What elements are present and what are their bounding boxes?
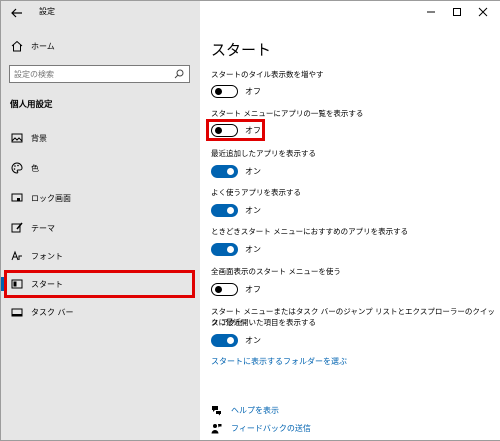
toggle-state: オン [245,336,261,345]
toggle-row-suggestions: オン [211,243,361,257]
sidebar-item-label: 背景 [31,134,47,143]
toggle-suggestions[interactable] [211,243,238,256]
setting-label-most-used: よく使うアプリを表示する [211,188,301,197]
toggle-knob [215,88,222,95]
sidebar-item-label: ロック画面 [31,194,71,203]
toggle-knob [215,286,222,293]
toggle-row-recent-items: オン [211,334,361,348]
font-icon [11,250,22,261]
window-controls [418,4,496,20]
main-panel: スタート スタートのタイル表示数を増やす オフ スタート メニューにアプリの一覧… [200,1,500,440]
toggle-state: オン [245,167,261,176]
app-title: 設定 [39,7,55,16]
feedback-link-row[interactable]: フィードバックの送信 [211,422,411,436]
back-button[interactable] [7,4,27,22]
search-icon[interactable] [174,69,184,79]
setting-label-recent-items-line2: スに最近開いた項目を表示する [211,318,316,327]
toggle-more-tiles[interactable] [211,85,238,98]
feedback-person-icon [211,424,222,434]
setting-label-suggestions: ときどきスタート メニューにおすすめのアプリを表示する [211,227,409,236]
toggle-knob [227,207,234,214]
toggle-recent-items[interactable] [211,334,238,347]
settings-window: 設定 ホーム 個人用設定 背景 色 ロック画面 テーマ フォ [0,0,500,441]
toggle-fullscreen[interactable] [211,283,238,296]
help-chat-icon [212,406,221,416]
sidebar-item-home[interactable]: ホーム [1,37,200,57]
setting-label-fullscreen: 全画面表示のスタート メニューを使う [211,267,341,276]
maximize-icon [453,8,461,16]
highlight-box [4,270,195,298]
close-button[interactable] [470,4,496,20]
sidebar-item-taskbar[interactable]: タスク バー [1,299,200,325]
toggle-row-most-used: オン [211,204,361,218]
sidebar-item-label: テーマ [31,224,55,233]
setting-label-recent-apps: 最近追加したアプリを表示する [211,149,316,158]
search-input[interactable] [14,68,164,80]
setting-label-more-tiles: スタートのタイル表示数を増やす [211,70,324,79]
toggle-knob [227,337,234,344]
toggle-state: オフ [245,285,261,294]
minimize-button[interactable] [418,4,444,20]
taskbar-icon [11,308,23,317]
sidebar-item-label: タスク バー [31,308,74,317]
search-box[interactable] [9,65,190,83]
toggle-row-more-tiles: オフ [211,85,361,99]
home-icon [11,40,23,52]
choose-folders-link[interactable]: スタートに表示するフォルダーを選ぶ [211,356,347,367]
title-bar: 設定 [1,1,200,25]
feedback-link: フィードバックの送信 [231,424,311,433]
sidebar-item-label: フォント [31,252,63,261]
help-link: ヘルプを表示 [231,406,279,415]
sidebar-item-background[interactable]: 背景 [1,125,200,151]
toggle-recent-apps[interactable] [211,165,238,178]
sidebar-item-theme[interactable]: テーマ [1,215,200,241]
toggle-state: オフ [245,87,261,96]
toggle-state: オン [245,206,261,215]
toggle-row-fullscreen: オフ [211,283,361,297]
toggle-knob [227,168,234,175]
maximize-button[interactable] [444,4,470,20]
lock-screen-icon [11,193,23,202]
sidebar-item-font[interactable]: フォント [1,243,200,269]
sidebar-item-color[interactable]: 色 [1,155,200,181]
sidebar-item-label: ホーム [31,42,55,51]
sidebar-item-label: 色 [31,164,39,173]
section-title: 個人用設定 [10,100,53,110]
highlight-box [206,119,265,141]
toggle-state: オン [245,245,261,254]
sidebar: 設定 ホーム 個人用設定 背景 色 ロック画面 テーマ フォ [1,1,200,440]
back-arrow-icon [11,8,22,18]
sidebar-item-lock-screen[interactable]: ロック画面 [1,185,200,211]
picture-icon [11,133,23,143]
toggle-knob [227,246,234,253]
close-icon [478,7,488,17]
toggle-row-recent-apps: オン [211,165,361,179]
toggle-most-used[interactable] [211,204,238,217]
help-link-row[interactable]: ヘルプを表示 [211,404,411,418]
theme-brush-icon [11,222,23,233]
setting-label-app-list: スタート メニューにアプリの一覧を表示する [211,109,364,118]
page-title: スタート [211,41,272,59]
minimize-icon [427,11,435,13]
palette-icon [11,162,23,174]
